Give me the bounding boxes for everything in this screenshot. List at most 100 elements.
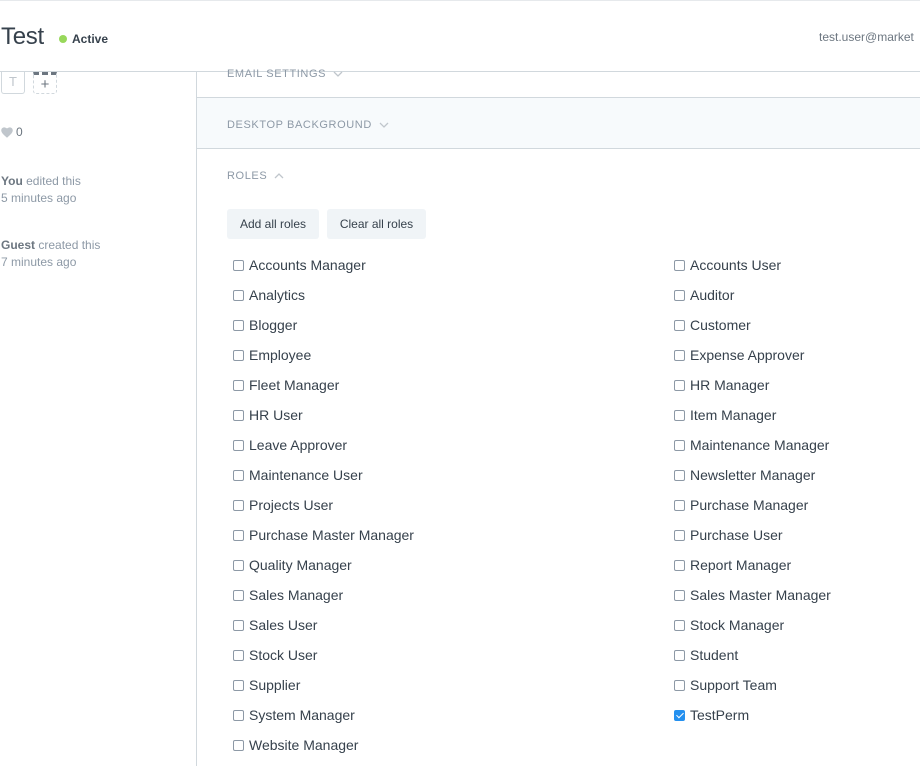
role-checkbox-row[interactable]: Stock User: [233, 646, 317, 664]
status-dot-icon: [59, 35, 67, 43]
checkbox-icon[interactable]: [233, 649, 244, 661]
role-label: Maintenance Manager: [690, 437, 830, 453]
checkbox-icon[interactable]: [233, 439, 244, 451]
checkbox-icon[interactable]: [233, 349, 244, 361]
activity-time: 5 minutes ago: [1, 191, 77, 205]
status-indicator: Active: [59, 32, 108, 46]
role-checkbox-row[interactable]: Student: [674, 646, 738, 664]
checkbox-icon[interactable]: [674, 649, 685, 661]
role-checkbox-row[interactable]: Support Team: [674, 676, 777, 694]
role-checkbox-row[interactable]: Report Manager: [674, 556, 791, 574]
role-checkbox-row[interactable]: System Manager: [233, 706, 355, 724]
checkbox-icon[interactable]: [674, 589, 685, 601]
role-label: Leave Approver: [249, 437, 348, 453]
checkbox-icon[interactable]: [674, 559, 685, 571]
role-label: Item Manager: [690, 407, 777, 423]
role-checkbox-row[interactable]: Fleet Manager: [233, 376, 339, 394]
role-label: System Manager: [249, 707, 355, 723]
checkbox-icon[interactable]: [674, 349, 685, 361]
role-checkbox-row[interactable]: HR User: [233, 406, 303, 424]
role-checkbox-row[interactable]: Purchase Manager: [674, 496, 808, 514]
role-checkbox-row[interactable]: Sales User: [233, 616, 317, 634]
checkbox-icon[interactable]: [233, 289, 244, 301]
checkbox-icon[interactable]: [233, 709, 244, 721]
checkbox-icon[interactable]: [233, 469, 244, 481]
role-label: Auditor: [690, 287, 735, 303]
checkbox-icon[interactable]: [233, 739, 244, 751]
checkbox-icon[interactable]: [674, 319, 685, 331]
section-desktop-background[interactable]: DESKTOP BACKGROUND: [197, 98, 920, 149]
checkbox-icon[interactable]: [233, 529, 244, 541]
role-checkbox-row[interactable]: Projects User: [233, 496, 333, 514]
role-label: Employee: [249, 347, 312, 363]
role-checkbox-row[interactable]: Analytics: [233, 286, 305, 304]
checkbox-icon[interactable]: [674, 289, 685, 301]
role-label: Fleet Manager: [249, 377, 340, 393]
checkbox-icon[interactable]: [674, 439, 685, 451]
chevron-up-icon: [274, 173, 284, 179]
checkbox-icon[interactable]: [233, 499, 244, 511]
checkbox-icon[interactable]: [233, 319, 244, 331]
role-checkbox-row[interactable]: Sales Master Manager: [674, 586, 831, 604]
role-checkbox-row[interactable]: Maintenance User: [233, 466, 363, 484]
checkbox-icon[interactable]: [674, 679, 685, 691]
role-checkbox-row[interactable]: Leave Approver: [233, 436, 347, 454]
add-all-roles-button[interactable]: Add all roles: [227, 209, 319, 239]
role-checkbox-row[interactable]: Sales Manager: [233, 586, 343, 604]
activity-user[interactable]: Guest: [1, 238, 35, 252]
likes[interactable]: 0: [1, 125, 23, 139]
role-checkbox-row[interactable]: Expense Approver: [674, 346, 804, 364]
checkbox-icon[interactable]: [674, 469, 685, 481]
role-label: Student: [690, 647, 739, 663]
sidebar: T + 0 You edited this 5 minutes ago Gues…: [0, 72, 197, 766]
role-checkbox-row[interactable]: Purchase Master Manager: [233, 526, 414, 544]
role-label: Expense Approver: [690, 347, 805, 363]
role-checkbox-row[interactable]: Blogger: [233, 316, 297, 334]
section-label: DESKTOP BACKGROUND: [227, 119, 389, 131]
role-checkbox-row[interactable]: Purchase User: [674, 526, 783, 544]
role-label: Stock Manager: [690, 617, 785, 633]
role-checkbox-row[interactable]: Accounts User: [674, 256, 781, 274]
role-checkbox-row[interactable]: Quality Manager: [233, 556, 352, 574]
checkbox-icon[interactable]: [674, 529, 685, 541]
checkbox-icon[interactable]: [233, 259, 244, 271]
role-checkbox-row[interactable]: HR Manager: [674, 376, 769, 394]
role-checkbox-row[interactable]: Accounts Manager: [233, 256, 366, 274]
checkbox-icon[interactable]: [233, 559, 244, 571]
section-roles-header[interactable]: ROLES: [227, 170, 284, 182]
tag-letter[interactable]: T: [1, 72, 25, 94]
chevron-down-icon: [333, 71, 343, 77]
role-checkbox-row[interactable]: Supplier: [233, 676, 300, 694]
checkbox-icon[interactable]: [674, 409, 685, 421]
role-checkbox-row[interactable]: Employee: [233, 346, 311, 364]
checkbox-icon[interactable]: [233, 589, 244, 601]
checkbox-checked-icon[interactable]: [674, 709, 685, 721]
role-checkbox-row[interactable]: Customer: [674, 316, 751, 334]
clear-all-roles-button[interactable]: Clear all roles: [327, 209, 426, 239]
role-checkbox-row[interactable]: TestPerm: [674, 706, 749, 724]
checkbox-icon[interactable]: [233, 379, 244, 391]
role-checkbox-row[interactable]: Website Manager: [233, 736, 358, 754]
role-checkbox-row[interactable]: Item Manager: [674, 406, 776, 424]
status-label: Active: [72, 32, 109, 46]
role-label: TestPerm: [690, 707, 750, 723]
checkbox-icon[interactable]: [674, 259, 685, 271]
checkbox-icon[interactable]: [233, 679, 244, 691]
checkbox-icon[interactable]: [233, 409, 244, 421]
chevron-down-icon: [379, 122, 389, 128]
role-checkbox-row[interactable]: Maintenance Manager: [674, 436, 829, 454]
role-label: Customer: [690, 317, 751, 333]
checkbox-icon[interactable]: [674, 379, 685, 391]
add-tag-button[interactable]: +: [33, 72, 57, 94]
checkbox-icon[interactable]: [233, 619, 244, 631]
role-checkbox-row[interactable]: Auditor: [674, 286, 734, 304]
activity-user[interactable]: You: [1, 174, 23, 188]
role-checkbox-row[interactable]: Stock Manager: [674, 616, 784, 634]
checkbox-icon[interactable]: [674, 499, 685, 511]
role-checkbox-row[interactable]: Newsletter Manager: [674, 466, 815, 484]
role-label: Sales Manager: [249, 587, 344, 603]
section-title: DESKTOP BACKGROUND: [227, 119, 372, 131]
section-email-settings[interactable]: EMAIL SETTINGS: [197, 68, 920, 98]
section-label: EMAIL SETTINGS: [227, 68, 343, 80]
checkbox-icon[interactable]: [674, 619, 685, 631]
